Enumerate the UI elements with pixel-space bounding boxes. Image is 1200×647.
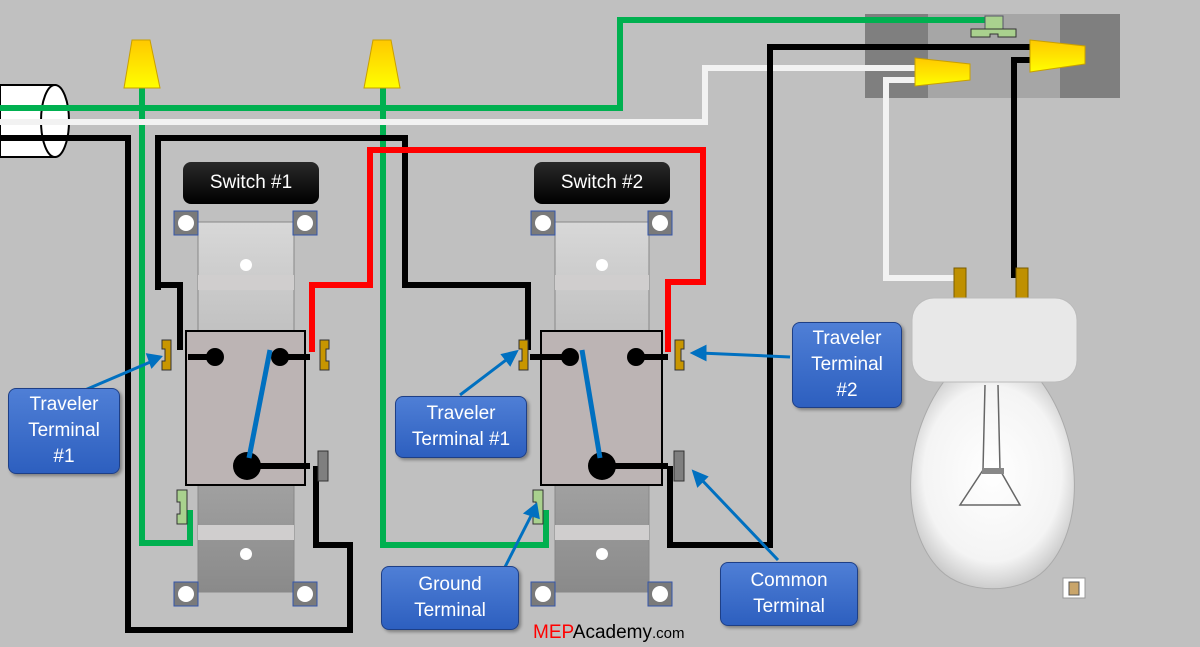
switch-2-title: Switch #2 bbox=[534, 162, 670, 204]
label-traveler-terminal-1-left: Traveler Terminal #1 bbox=[8, 388, 120, 474]
label-traveler-terminal-1-mid: Traveler Terminal #1 bbox=[395, 396, 527, 458]
label-line: Terminal #1 bbox=[411, 429, 511, 450]
mepacademy-logo: MEPAcademy.com bbox=[533, 622, 684, 644]
light-bulb-icon bbox=[910, 267, 1078, 590]
label-traveler-terminal-2: Traveler Terminal #2 bbox=[792, 322, 902, 408]
label-line: Traveler bbox=[812, 328, 882, 349]
label-line: Terminal bbox=[414, 600, 486, 621]
label-common-terminal: Common Terminal bbox=[720, 562, 858, 626]
label-line: #2 bbox=[836, 380, 858, 401]
label-line: Traveler bbox=[426, 403, 496, 424]
label-ground-terminal: Ground Terminal bbox=[381, 566, 519, 630]
label-line: Traveler bbox=[29, 394, 99, 415]
switch-1-title: Switch #1 bbox=[183, 162, 319, 204]
switch-2-body bbox=[530, 330, 668, 486]
switch-1-body bbox=[185, 330, 310, 486]
label-line: Terminal bbox=[811, 354, 883, 375]
logo-com: .com bbox=[651, 625, 685, 642]
paste-icon[interactable] bbox=[1062, 577, 1086, 599]
label-line: Terminal bbox=[28, 420, 100, 441]
label-line: #1 bbox=[53, 446, 75, 467]
three-way-switch-diagram: Switch #1 Switch #2 Traveler Terminal #1… bbox=[0, 0, 1200, 647]
logo-mep: MEP bbox=[533, 622, 573, 643]
logo-academy: Academy bbox=[572, 622, 652, 643]
label-line: Terminal bbox=[753, 596, 825, 617]
label-line: Common bbox=[750, 570, 828, 591]
label-line: Ground bbox=[418, 574, 482, 595]
wiring-diagram bbox=[0, 14, 1120, 633]
neutral-wire-bulb bbox=[883, 77, 958, 281]
